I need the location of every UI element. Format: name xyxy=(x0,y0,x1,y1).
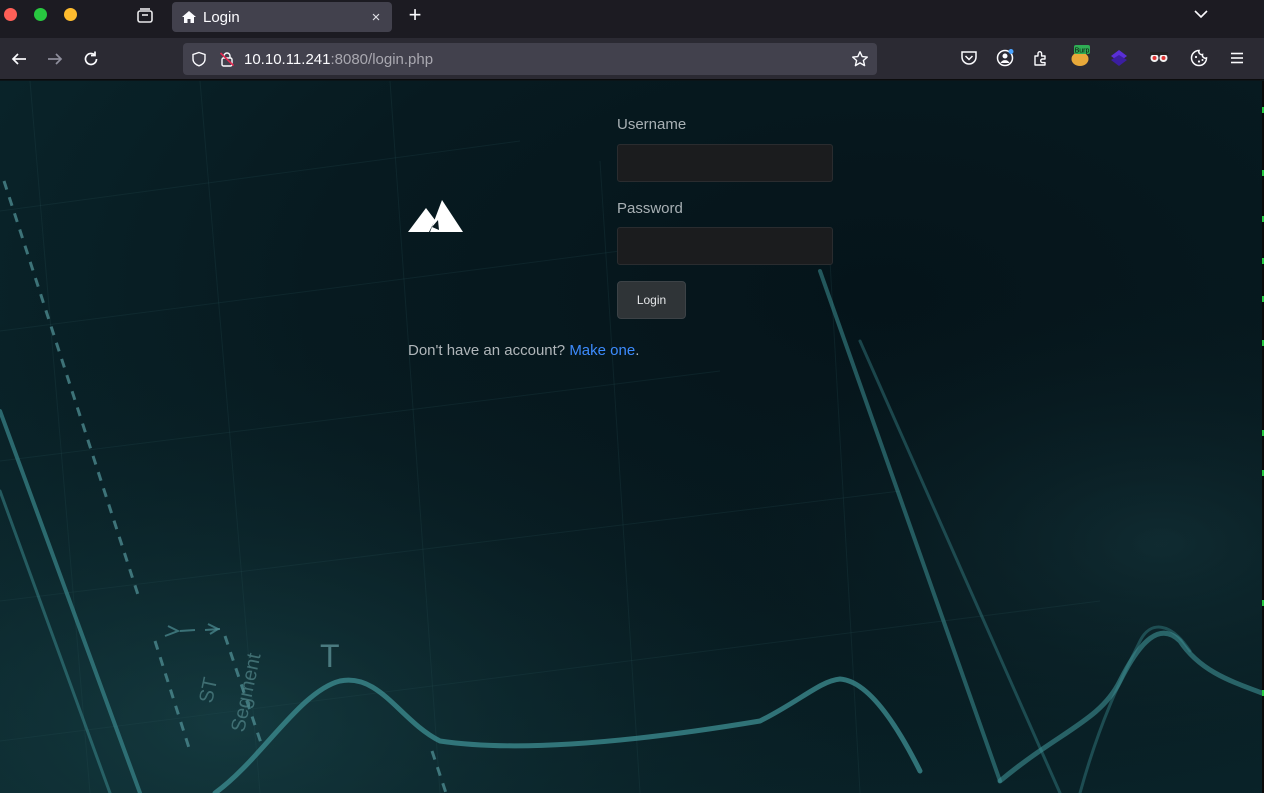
insecure-lock-icon[interactable] xyxy=(219,51,235,67)
cookie-editor-icon[interactable] xyxy=(1189,48,1209,68)
username-input[interactable] xyxy=(617,144,833,182)
close-window-button[interactable] xyxy=(4,8,17,21)
t-wave-label: T xyxy=(320,638,340,674)
tab-close-button[interactable]: × xyxy=(366,9,386,26)
tracking-protection-icon[interactable] xyxy=(191,51,207,67)
back-button[interactable] xyxy=(9,49,29,69)
signup-prefix: Don't have an account? xyxy=(408,342,570,359)
bookmark-star-icon[interactable] xyxy=(851,50,869,68)
url-text[interactable]: 10.10.11.241:8080/login.php xyxy=(244,51,433,68)
maximize-window-button[interactable] xyxy=(34,8,47,21)
tab-login[interactable]: Login × xyxy=(172,2,392,32)
password-input[interactable] xyxy=(617,227,833,265)
url-bar[interactable]: 10.10.11.241:8080/login.php xyxy=(183,43,877,75)
new-tab-button[interactable]: + xyxy=(404,4,426,27)
minimize-window-button[interactable] xyxy=(64,8,77,21)
firefox-account-icon[interactable] xyxy=(995,48,1015,68)
page-content: T ST Segment Username Password Login Don… xyxy=(0,81,1262,793)
forward-arrow-icon xyxy=(48,53,63,65)
reload-icon xyxy=(84,51,98,66)
tab-bar: Login × + xyxy=(0,0,1264,38)
home-icon xyxy=(181,9,197,25)
navigation-toolbar: 10.10.11.241:8080/login.php Burp xyxy=(0,38,1264,80)
ecg-background-image: T ST Segment xyxy=(0,81,1262,793)
make-account-link[interactable]: Make one xyxy=(569,342,635,359)
url-path: :8080/login.php xyxy=(330,51,434,68)
login-button[interactable]: Login xyxy=(617,281,686,319)
foxyproxy-icon[interactable] xyxy=(1148,48,1170,68)
extensions-icon[interactable] xyxy=(1031,48,1051,68)
signup-suffix: . xyxy=(635,342,640,359)
signup-prompt: Don't have an account? Make one. xyxy=(408,342,639,359)
burp-badge-text: Burp xyxy=(1075,48,1090,55)
url-host: 10.10.11.241 xyxy=(244,51,331,68)
tab-title: Login xyxy=(203,8,240,26)
list-all-tabs-button[interactable] xyxy=(1191,6,1211,22)
password-label: Password xyxy=(617,200,683,217)
hacktools-icon[interactable] xyxy=(1109,48,1129,68)
username-label: Username xyxy=(617,116,687,133)
forward-button[interactable] xyxy=(45,49,65,69)
menu-icon[interactable] xyxy=(1227,48,1247,68)
pocket-icon[interactable] xyxy=(959,48,979,68)
reload-button[interactable] xyxy=(81,49,101,69)
firefox-view-icon[interactable] xyxy=(134,5,156,27)
site-logo-icon xyxy=(408,200,464,232)
burp-icon[interactable]: Burp xyxy=(1069,44,1091,68)
back-arrow-icon xyxy=(11,53,26,65)
